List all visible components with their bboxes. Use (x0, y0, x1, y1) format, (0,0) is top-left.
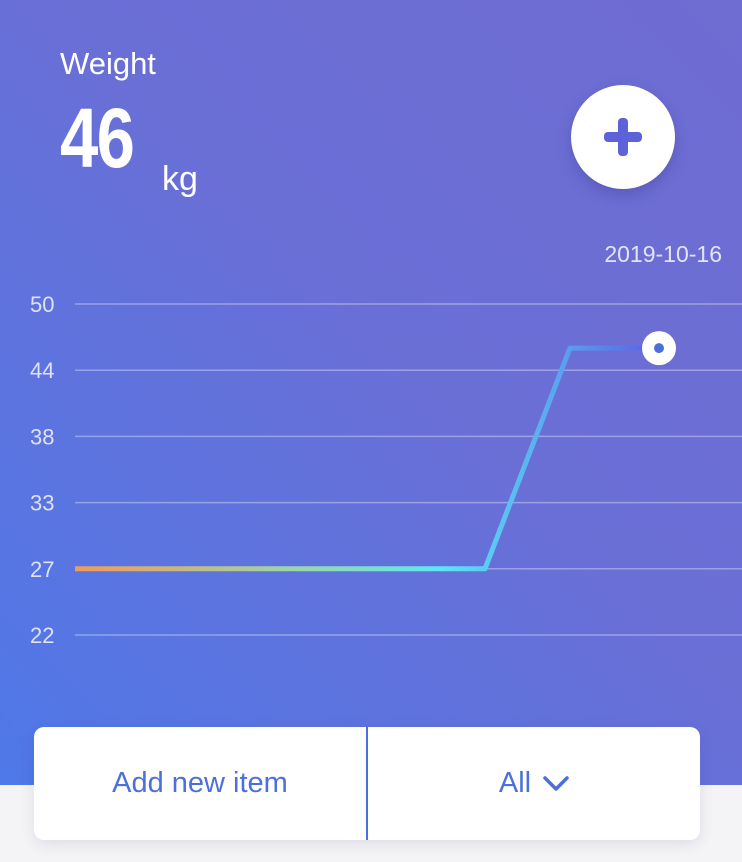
selected-point-dot (654, 343, 664, 354)
y-tick-label: 44 (30, 358, 54, 383)
chevron-down-icon (543, 775, 569, 792)
weight-chart: 50 44 38 33 27 22 (30, 292, 742, 648)
filter-label: All (498, 767, 532, 799)
y-tick-label: 38 (30, 424, 54, 449)
y-tick-label: 27 (30, 557, 54, 582)
add-new-item-button[interactable]: Add new item (34, 727, 366, 840)
weight-header-panel: Weight 46 kg 2019-10-16 50 44 38 33 27 22 (0, 0, 742, 785)
weight-series-line (75, 345, 659, 572)
y-tick-label: 33 (30, 491, 54, 516)
y-tick-label: 22 (30, 623, 54, 648)
add-new-item-label: Add new item (112, 767, 288, 799)
y-tick-label: 50 (30, 292, 54, 317)
filter-dropdown[interactable]: All (368, 727, 700, 840)
action-card: Add new item All (34, 727, 700, 840)
